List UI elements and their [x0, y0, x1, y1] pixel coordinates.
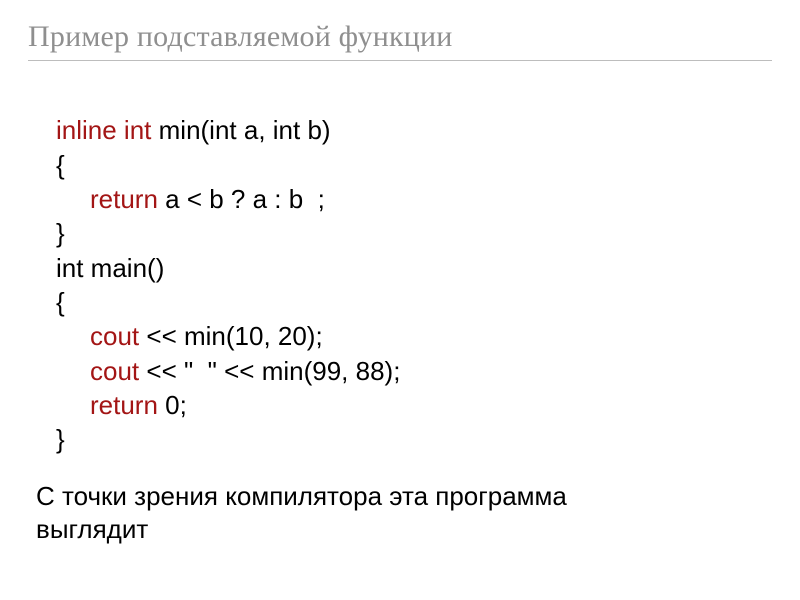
code-line: } [56, 218, 65, 248]
keyword: inline int [56, 115, 151, 145]
code-line: return 0; [56, 388, 187, 422]
footnote-line1: С точки зрения компилятора эта программа [28, 480, 772, 514]
keyword: return [90, 390, 158, 420]
code-text: 0; [158, 390, 187, 420]
slide-title: Пример подставляемой функции [28, 20, 772, 54]
keyword: return [90, 184, 158, 214]
code-line: cout << " " << min(99, 88); [56, 354, 400, 388]
code-line: int main() [56, 253, 164, 283]
code-block: inline int min(int a, int b) { return a … [28, 79, 772, 456]
code-text: << " " << min(99, 88); [139, 356, 400, 386]
code-text: min(int a, int b) [151, 115, 330, 145]
code-line: inline int min(int a, int b) [56, 115, 331, 145]
code-line: cout << min(10, 20); [56, 319, 323, 353]
code-line: return a < b ? a : b ; [56, 182, 325, 216]
code-text: << min(10, 20); [139, 321, 323, 351]
footnote-line2: выглядит [28, 514, 772, 545]
code-line: { [56, 150, 65, 180]
title-divider [28, 60, 772, 61]
cout-text: cout [90, 321, 139, 351]
code-text: a < b ? a : b ; [158, 184, 325, 214]
cout-text: cout [90, 356, 139, 386]
code-line: } [56, 424, 65, 454]
code-line: { [56, 287, 65, 317]
